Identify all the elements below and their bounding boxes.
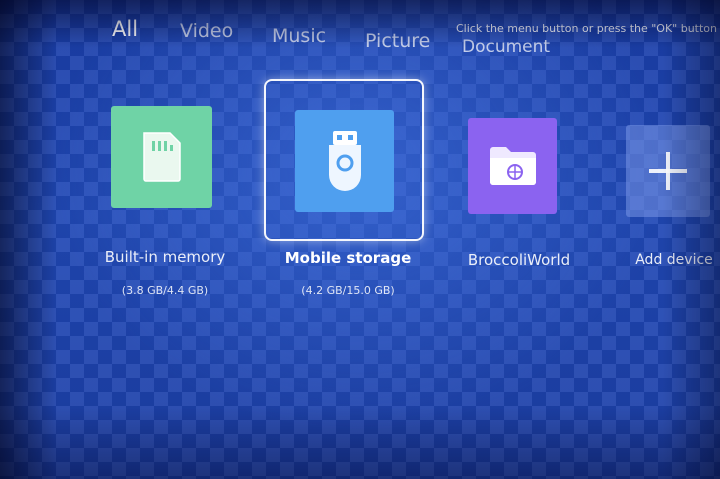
device-name-built-in-memory: Built-in memory	[104, 248, 226, 266]
tab-music[interactable]: Music	[272, 25, 326, 47]
network-folder-icon	[489, 147, 536, 185]
tab-document[interactable]: Document	[462, 37, 550, 57]
device-tile-mobile-storage[interactable]	[295, 110, 394, 212]
plus-icon	[649, 152, 687, 190]
sd-card-icon	[142, 132, 181, 182]
device-name-add-device: Add device	[635, 252, 713, 268]
hint-text: Click the menu button or press the "OK" …	[456, 22, 720, 35]
tab-picture[interactable]: Picture	[365, 30, 430, 52]
device-tile-broccoliworld[interactable]	[468, 118, 557, 214]
device-usage-mobile-storage: (4.2 GB/15.0 GB)	[301, 284, 395, 297]
usb-drive-icon	[328, 131, 361, 191]
device-name-mobile-storage: Mobile storage	[284, 249, 412, 267]
device-usage-built-in-memory: (3.8 GB/4.4 GB)	[121, 284, 209, 297]
device-tile-add-device[interactable]	[626, 125, 710, 217]
tab-all[interactable]: All	[112, 17, 138, 41]
device-tile-built-in-memory[interactable]	[111, 106, 212, 208]
tab-video[interactable]: Video	[180, 20, 233, 42]
device-name-broccoliworld: BroccoliWorld	[467, 251, 571, 269]
